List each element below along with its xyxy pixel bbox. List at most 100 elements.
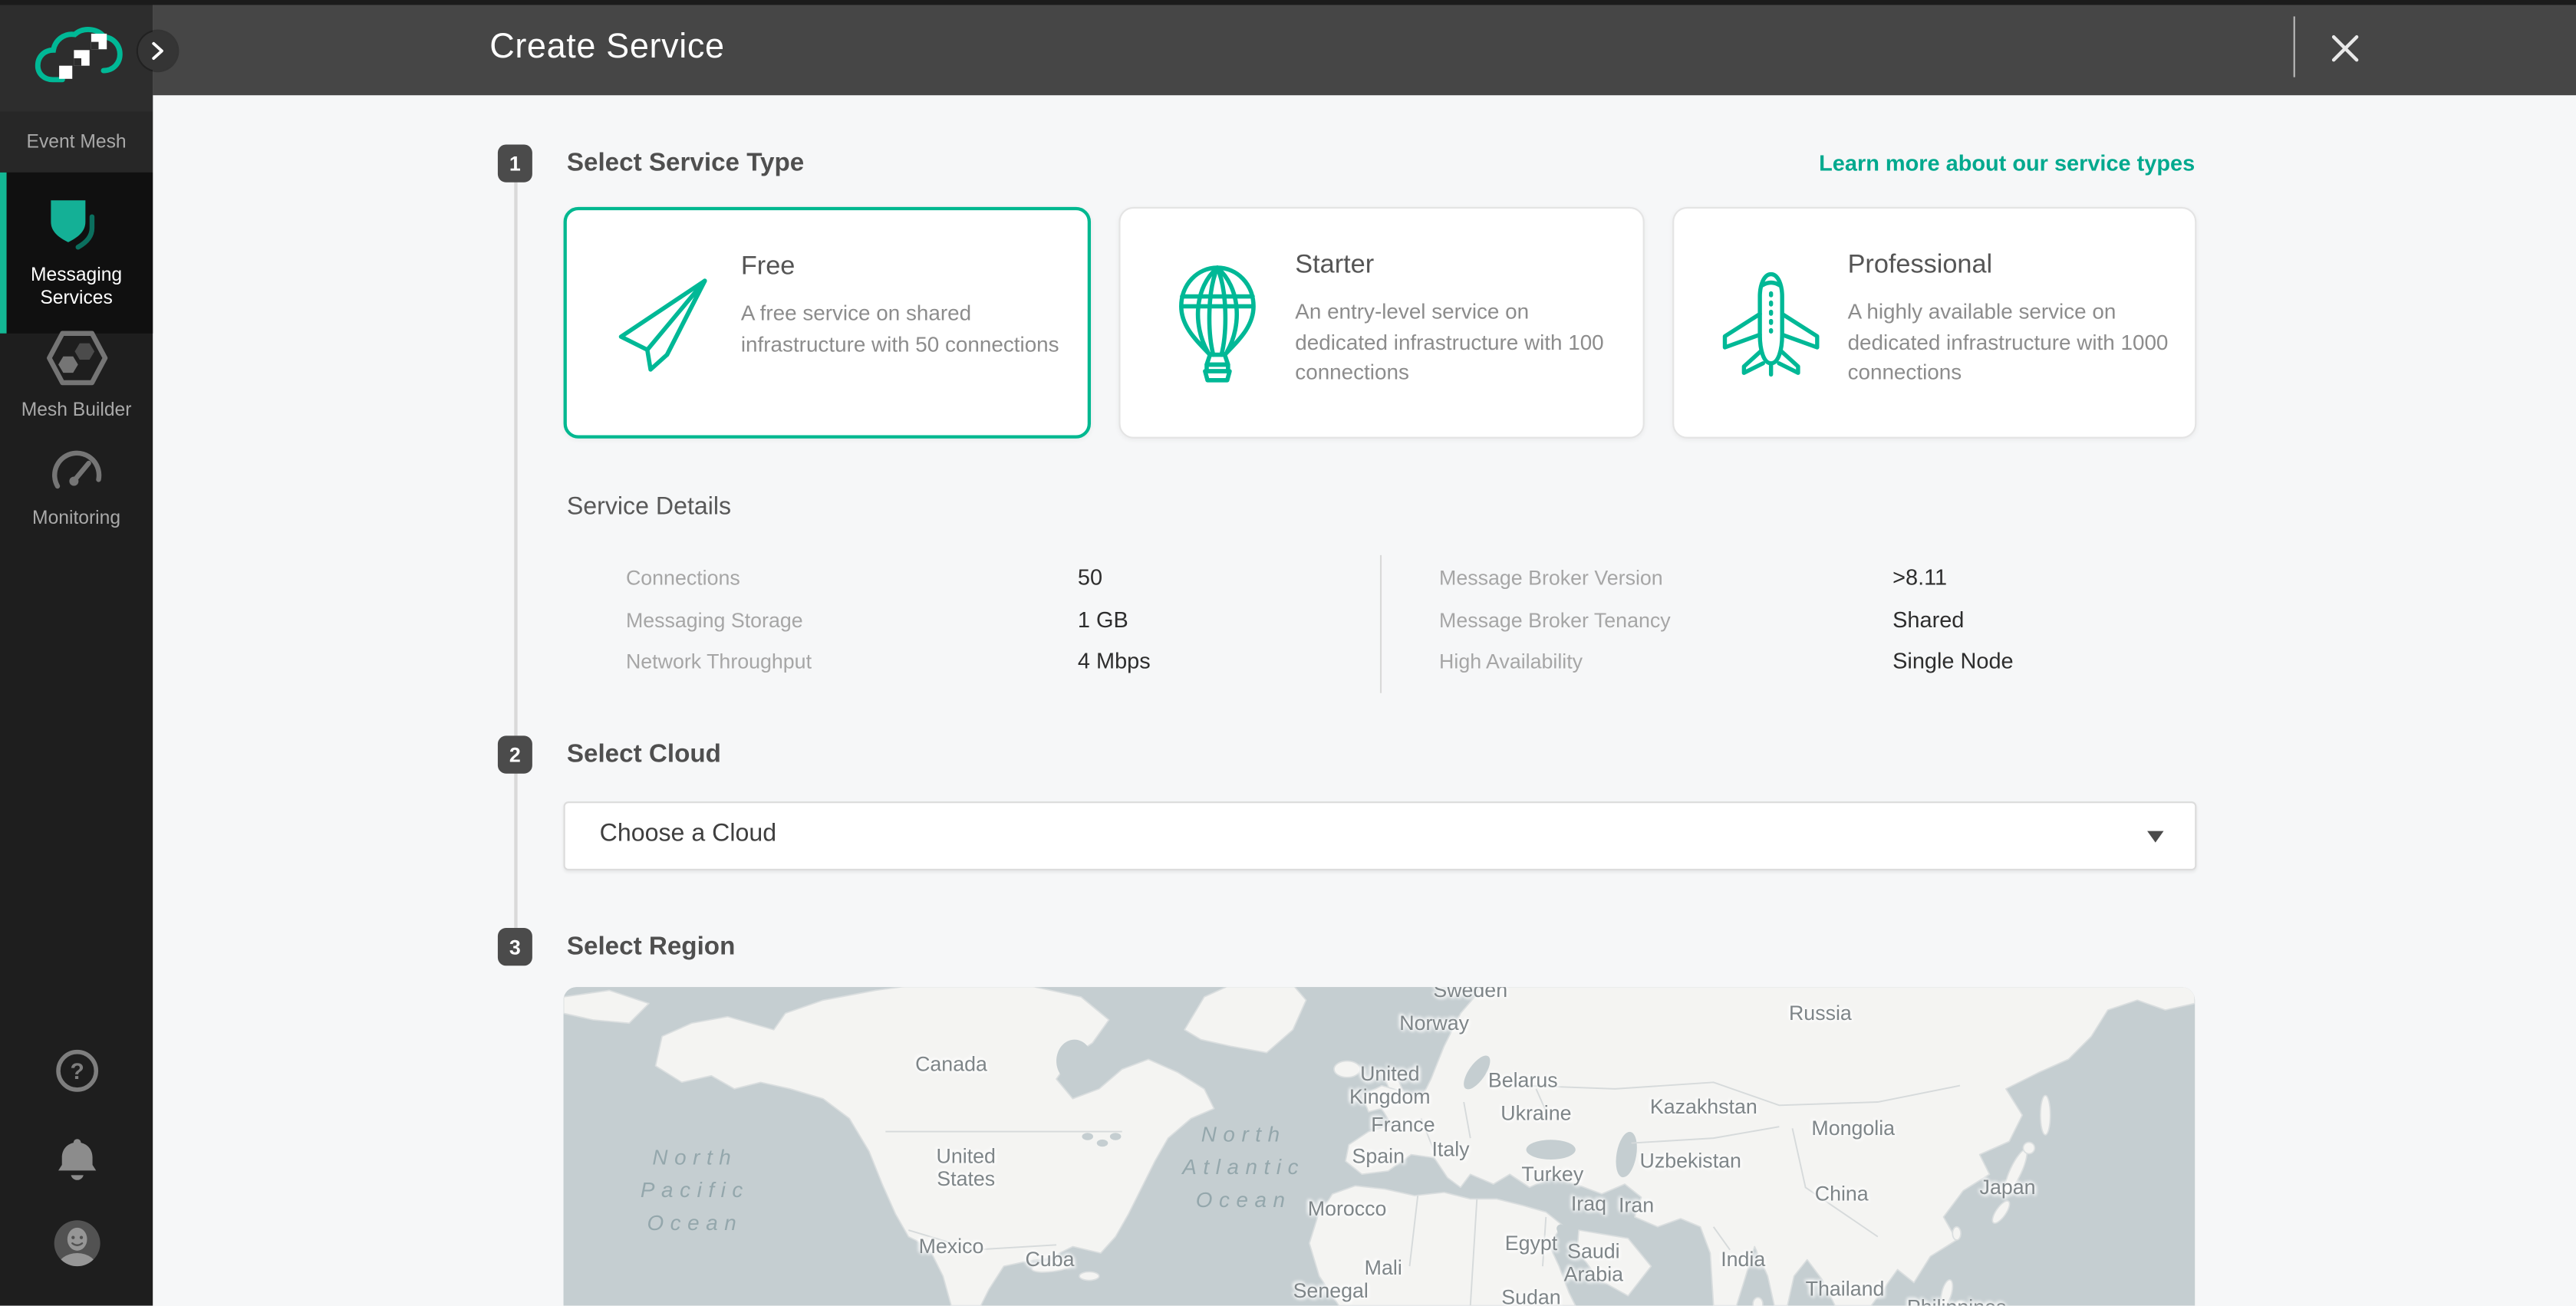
country-label: Cuba bbox=[1025, 1248, 1074, 1271]
country-label: Uzbekistan bbox=[1639, 1150, 1741, 1173]
top-edge-strip bbox=[0, 0, 2576, 5]
country-label: Sudan bbox=[1501, 1286, 1560, 1306]
service-type-card-professional[interactable]: Professional A highly available service … bbox=[1672, 207, 2196, 439]
country-label: Philippines bbox=[1907, 1296, 2007, 1306]
country-label: Russia bbox=[1789, 1002, 1852, 1025]
help-icon: ? bbox=[54, 1048, 100, 1094]
country-label: Egypt bbox=[1505, 1232, 1557, 1255]
page-title: Create Service bbox=[489, 28, 724, 67]
country-label: India bbox=[1721, 1248, 1765, 1271]
dialog-body: 1 Select Service Type Learn more about o… bbox=[153, 95, 2576, 1305]
country-label: Mali bbox=[1365, 1256, 1402, 1279]
detail-label: Network Throughput bbox=[626, 650, 812, 673]
cloud-logo-icon bbox=[31, 23, 123, 89]
country-label: Kazakhstan bbox=[1650, 1095, 1757, 1118]
country-label: Ukraine bbox=[1500, 1102, 1571, 1125]
country-label: Japan bbox=[1980, 1176, 2036, 1199]
card-title: Starter bbox=[1295, 252, 1374, 281]
detail-value: >8.11 bbox=[1892, 565, 1947, 590]
close-icon bbox=[2329, 32, 2360, 64]
detail-value: 1 GB bbox=[1078, 607, 1128, 632]
country-label: Iraq bbox=[1571, 1193, 1606, 1216]
country-label: United Kingdom bbox=[1349, 1063, 1431, 1109]
header-divider bbox=[2293, 16, 2295, 77]
gauge-icon bbox=[47, 445, 106, 494]
country-label: Mongolia bbox=[1811, 1117, 1895, 1140]
sidebar-item-label: Monitoring bbox=[32, 508, 120, 531]
country-label: Belarus bbox=[1488, 1069, 1558, 1092]
country-label: Turkey bbox=[1521, 1163, 1583, 1186]
cloud-select-value: Choose a Cloud bbox=[600, 820, 776, 847]
svg-text:?: ? bbox=[69, 1059, 83, 1084]
service-type-card-free[interactable]: Free A free service on shared infrastruc… bbox=[564, 207, 1092, 439]
country-label: China bbox=[1815, 1183, 1869, 1206]
card-title: Professional bbox=[1848, 252, 1993, 281]
detail-value: 50 bbox=[1078, 565, 1102, 590]
card-description: A free service on shared infrastructure … bbox=[741, 299, 1062, 360]
detail-value: 4 Mbps bbox=[1078, 649, 1151, 673]
region-map[interactable]: North Pacific Ocean North Atlantic Ocean R… bbox=[564, 987, 2196, 1305]
ocean-label: North Atlantic Ocean bbox=[1182, 1118, 1305, 1216]
country-label: Iran bbox=[1619, 1194, 1654, 1217]
detail-label: Message Broker Tenancy bbox=[1439, 610, 1671, 633]
service-details-title: Service Details bbox=[567, 492, 731, 520]
country-label: Senegal bbox=[1293, 1279, 1369, 1302]
sidebar-item-monitoring[interactable]: Monitoring bbox=[0, 424, 153, 561]
step-1-badge: 1 bbox=[498, 144, 532, 182]
learn-more-link[interactable]: Learn more about our service types bbox=[1819, 151, 2195, 176]
country-label: Morocco bbox=[1308, 1197, 1387, 1220]
user-menu-button[interactable] bbox=[0, 1219, 153, 1268]
shield-icon bbox=[44, 194, 110, 256]
sidebar: Event Mesh Messaging Services Mesh Build… bbox=[0, 0, 153, 1306]
card-description: An entry-level service on dedicated infr… bbox=[1295, 298, 1616, 389]
country-label: Saudi Arabia bbox=[1564, 1240, 1623, 1286]
step-2-heading: Select Cloud bbox=[567, 741, 721, 771]
step-3-heading: Select Region bbox=[567, 933, 736, 962]
detail-label: Messaging Storage bbox=[626, 610, 803, 633]
step-1-heading: Select Service Type bbox=[567, 150, 804, 179]
notifications-button[interactable] bbox=[0, 1137, 153, 1183]
sidebar-item-mesh-builder[interactable]: Mesh Builder bbox=[0, 312, 153, 440]
active-indicator bbox=[0, 173, 5, 334]
detail-label: High Availability bbox=[1439, 650, 1583, 673]
sidebar-item-messaging-services[interactable]: Messaging Services bbox=[0, 173, 153, 334]
dropdown-arrow-icon bbox=[2147, 831, 2163, 843]
notifications-bell-icon bbox=[55, 1137, 98, 1183]
country-label: Thailand bbox=[1806, 1278, 1885, 1301]
service-type-card-starter[interactable]: Starter An entry-level service on dedica… bbox=[1119, 207, 1644, 439]
service-type-cards: Free A free service on shared infrastruc… bbox=[564, 207, 2197, 439]
ocean-label: North Pacific Ocean bbox=[641, 1141, 749, 1239]
country-label: United States bbox=[937, 1145, 996, 1191]
country-label: Canada bbox=[915, 1053, 987, 1076]
detail-label: Connections bbox=[626, 567, 740, 590]
sidebar-item-label: Mesh Builder bbox=[21, 399, 132, 422]
help-button[interactable]: ? bbox=[0, 1048, 153, 1094]
country-label: Italy bbox=[1431, 1138, 1469, 1161]
country-label: France bbox=[1371, 1114, 1435, 1137]
step-2-badge: 2 bbox=[498, 735, 532, 773]
detail-value: Single Node bbox=[1892, 649, 2014, 673]
close-button[interactable] bbox=[2323, 26, 2366, 69]
step-3-badge: 3 bbox=[498, 928, 532, 966]
hexagon-mesh-icon bbox=[45, 328, 107, 387]
sidebar-item-label: Messaging Services bbox=[31, 265, 122, 311]
details-divider bbox=[1380, 555, 1382, 693]
sidebar-expand-button[interactable] bbox=[138, 31, 177, 71]
user-avatar-icon bbox=[51, 1219, 100, 1268]
sidebar-item-event-mesh[interactable]: Event Mesh bbox=[0, 112, 153, 173]
paper-plane-icon bbox=[613, 264, 715, 382]
country-label: Spain bbox=[1352, 1145, 1405, 1168]
sidebar-item-label: Event Mesh bbox=[27, 130, 127, 153]
airplane-icon bbox=[1720, 264, 1822, 382]
chevron-right-icon bbox=[150, 41, 166, 61]
step-connector-line bbox=[514, 181, 516, 930]
create-service-screen: Event Mesh Messaging Services Mesh Build… bbox=[0, 0, 2576, 1306]
detail-value: Shared bbox=[1892, 607, 1964, 632]
solace-cloud-logo[interactable] bbox=[0, 0, 153, 112]
hot-air-balloon-icon bbox=[1167, 264, 1269, 382]
country-label: Norway bbox=[1399, 1012, 1469, 1035]
country-label: Sweden bbox=[1433, 987, 1507, 1002]
card-title: Free bbox=[741, 253, 795, 283]
detail-label: Message Broker Version bbox=[1439, 567, 1663, 590]
cloud-select-dropdown[interactable]: Choose a Cloud bbox=[564, 801, 2197, 870]
